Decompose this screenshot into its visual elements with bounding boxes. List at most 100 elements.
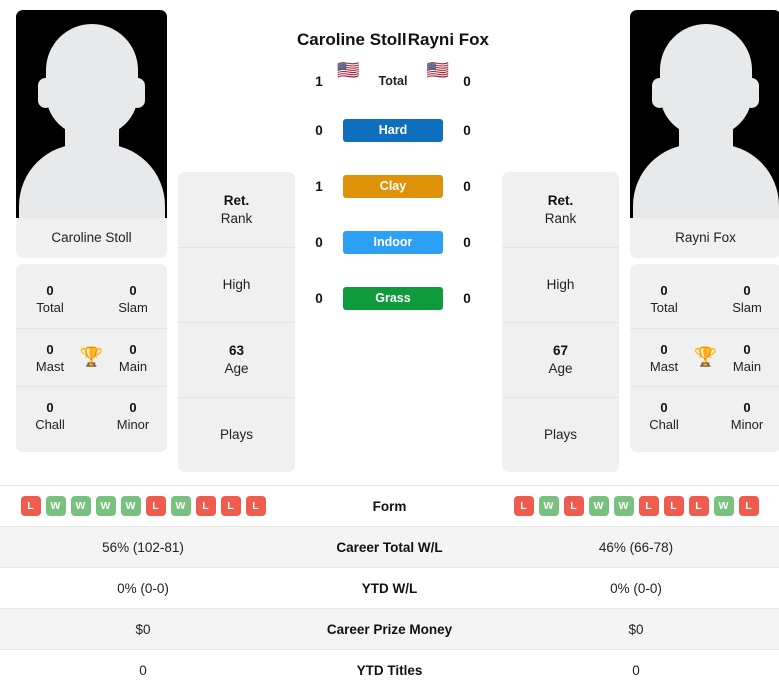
left-titles-slam: 0 Slam [107, 282, 159, 316]
right-titles-total: 0 Total [638, 282, 690, 316]
form-badge-loss[interactable]: L [195, 496, 216, 516]
h2h-right-score-total: 0 [463, 73, 471, 89]
left-titles-row-chall-minor: 0 Chall 0 Minor [16, 386, 167, 444]
left-titles-mast-label: Mast [35, 358, 65, 374]
h2h-left-score-grass: 0 [315, 290, 323, 306]
left-titles-minor-value: 0 [129, 399, 137, 415]
left-stat-value: 0% (0-0) [0, 567, 286, 609]
left-titles-chall-value: 0 [46, 399, 54, 415]
right-age-value: 67 [552, 343, 569, 358]
left-titles-slam-value: 0 [129, 283, 137, 298]
left-titles-chall-label: Chall [35, 416, 65, 432]
trophy-icon: 🏆 [693, 347, 718, 368]
h2h-left-score-clay: 1 [315, 178, 323, 194]
left-rank-value: Ret. [223, 192, 250, 208]
form-badge-win[interactable]: W [588, 496, 609, 516]
player-names-row: Caroline Stoll Rayni Fox [295, 10, 491, 50]
left-titles-mast: 0 Mast [24, 341, 76, 375]
right-titles-total-value: 0 [660, 283, 668, 298]
right-titles-slam-label: Slam [732, 300, 762, 315]
surface-badge-indoor[interactable]: Indoor [343, 230, 443, 254]
form-badge-loss[interactable]: L [20, 496, 41, 516]
right-high-cell: High [502, 247, 619, 322]
surface-badge-clay[interactable]: Clay [343, 174, 443, 198]
left-titles-mast-value: 0 [46, 341, 54, 357]
stat-label: Career Total W/L [286, 526, 493, 568]
form-badge-win[interactable]: W [70, 496, 91, 516]
avatar-silhouette-body [632, 144, 779, 218]
avatar-silhouette-ear-right [744, 78, 759, 108]
left-age-label: Age [224, 361, 249, 376]
left-player-photo-caption: Caroline Stoll [16, 218, 167, 258]
right-player-info-card: Ret. Rank High 67 Age Plays [502, 172, 619, 472]
h2h-row-total: 1 Total 0 [295, 60, 491, 102]
h2h-right-score-grass: 0 [463, 290, 471, 306]
left-player-titles-card: 0 Total 0 Slam 0 Mast 🏆 0 Main 0 Chall 0… [16, 264, 167, 452]
form-badge-loss[interactable]: L [663, 496, 684, 516]
left-titles-chall: 0 Chall [24, 399, 76, 433]
form-badge-win[interactable]: W [120, 496, 141, 516]
right-form-badges: LWLWWLLLWL [493, 496, 779, 516]
right-player-avatar [630, 10, 779, 218]
left-plays-cell: Plays [178, 397, 295, 472]
right-stat-value: LWLWWLLLWL [493, 485, 779, 527]
left-titles-total: 0 Total [24, 282, 76, 316]
h2h-left-score-total: 1 [315, 73, 323, 89]
comparison-stats-table: L W W W W L W L L L Form L W L W W L L L W L 56% (102-81) Care… [0, 485, 779, 691]
right-player-name[interactable]: Rayni Fox [408, 30, 489, 50]
right-titles-slam: 0 Slam [721, 282, 773, 316]
form-badge-loss[interactable]: L [145, 496, 166, 516]
form-badge-win[interactable]: W [538, 496, 559, 516]
right-stat-value: 46% (66-78) [493, 526, 779, 568]
stat-label: Form [286, 485, 493, 527]
left-player-info-column: Ret. Rank High 63 Age Plays [178, 10, 295, 472]
right-player-photo-card[interactable]: Rayni Fox [630, 10, 779, 258]
head-to-head-rows: 1 Total 0 0 Hard 0 1 Clay 0 0 Indoor 0 0 Grass 0 [295, 60, 491, 326]
right-player-photo-caption: Rayni Fox [630, 218, 779, 258]
form-badge-win[interactable]: W [45, 496, 66, 516]
left-player-photo-column: Caroline Stoll 0 Total 0 Slam 0 Mast 🏆 0… [16, 10, 167, 452]
left-titles-minor-label: Minor [116, 416, 150, 432]
right-titles-mast-label: Mast [649, 358, 679, 374]
form-badge-win[interactable]: W [713, 496, 734, 516]
form-badge-loss[interactable]: L [245, 496, 266, 516]
right-player-info-column: Ret. Rank High 67 Age Plays [502, 10, 619, 472]
form-badge-win[interactable]: W [613, 496, 634, 516]
h2h-right-score-hard: 0 [463, 122, 471, 138]
right-titles-minor-value: 0 [743, 399, 751, 415]
right-rank-cell: Ret. Rank [502, 172, 619, 247]
left-player-avatar [16, 10, 167, 218]
form-badge-loss[interactable]: L [220, 496, 241, 516]
avatar-silhouette-ear-right [130, 78, 145, 108]
table-row: 56% (102-81) Career Total W/L 46% (66-78) [0, 526, 779, 568]
right-titles-row-chall-minor: 0 Chall 0 Minor [630, 386, 779, 444]
right-titles-row-mast-main: 0 Mast 🏆 0 Main [630, 328, 779, 386]
left-player-photo-card[interactable]: Caroline Stoll [16, 10, 167, 258]
left-stat-value: $0 [0, 608, 286, 650]
form-badge-loss[interactable]: L [563, 496, 584, 516]
left-plays-label: Plays [219, 427, 253, 442]
form-badge-loss[interactable]: L [738, 496, 759, 516]
form-badge-loss[interactable]: L [513, 496, 534, 516]
left-titles-total-label: Total [36, 300, 64, 315]
left-high-label: High [222, 277, 251, 292]
right-titles-slam-value: 0 [743, 283, 751, 298]
left-player-name[interactable]: Caroline Stoll [297, 30, 407, 50]
left-form-badges: LWWWWLWLLL [0, 496, 286, 516]
h2h-left-score-indoor: 0 [315, 234, 323, 250]
h2h-right-score-indoor: 0 [463, 234, 471, 250]
right-titles-mast: 0 Mast [638, 341, 690, 375]
right-stat-value: 0 [493, 649, 779, 691]
right-titles-row-total-slam: 0 Total 0 Slam [630, 270, 779, 328]
avatar-silhouette-body [18, 144, 165, 218]
form-badge-loss[interactable]: L [638, 496, 659, 516]
surface-badge-grass[interactable]: Grass [343, 286, 443, 310]
form-badge-win[interactable]: W [95, 496, 116, 516]
trophy-icon: 🏆 [79, 347, 104, 368]
form-badge-win[interactable]: W [170, 496, 191, 516]
surface-badge-hard[interactable]: Hard [343, 118, 443, 142]
form-badge-loss[interactable]: L [688, 496, 709, 516]
stat-label: YTD Titles [286, 649, 493, 691]
left-stat-value: 56% (102-81) [0, 526, 286, 568]
stat-label: Career Prize Money [286, 608, 493, 650]
